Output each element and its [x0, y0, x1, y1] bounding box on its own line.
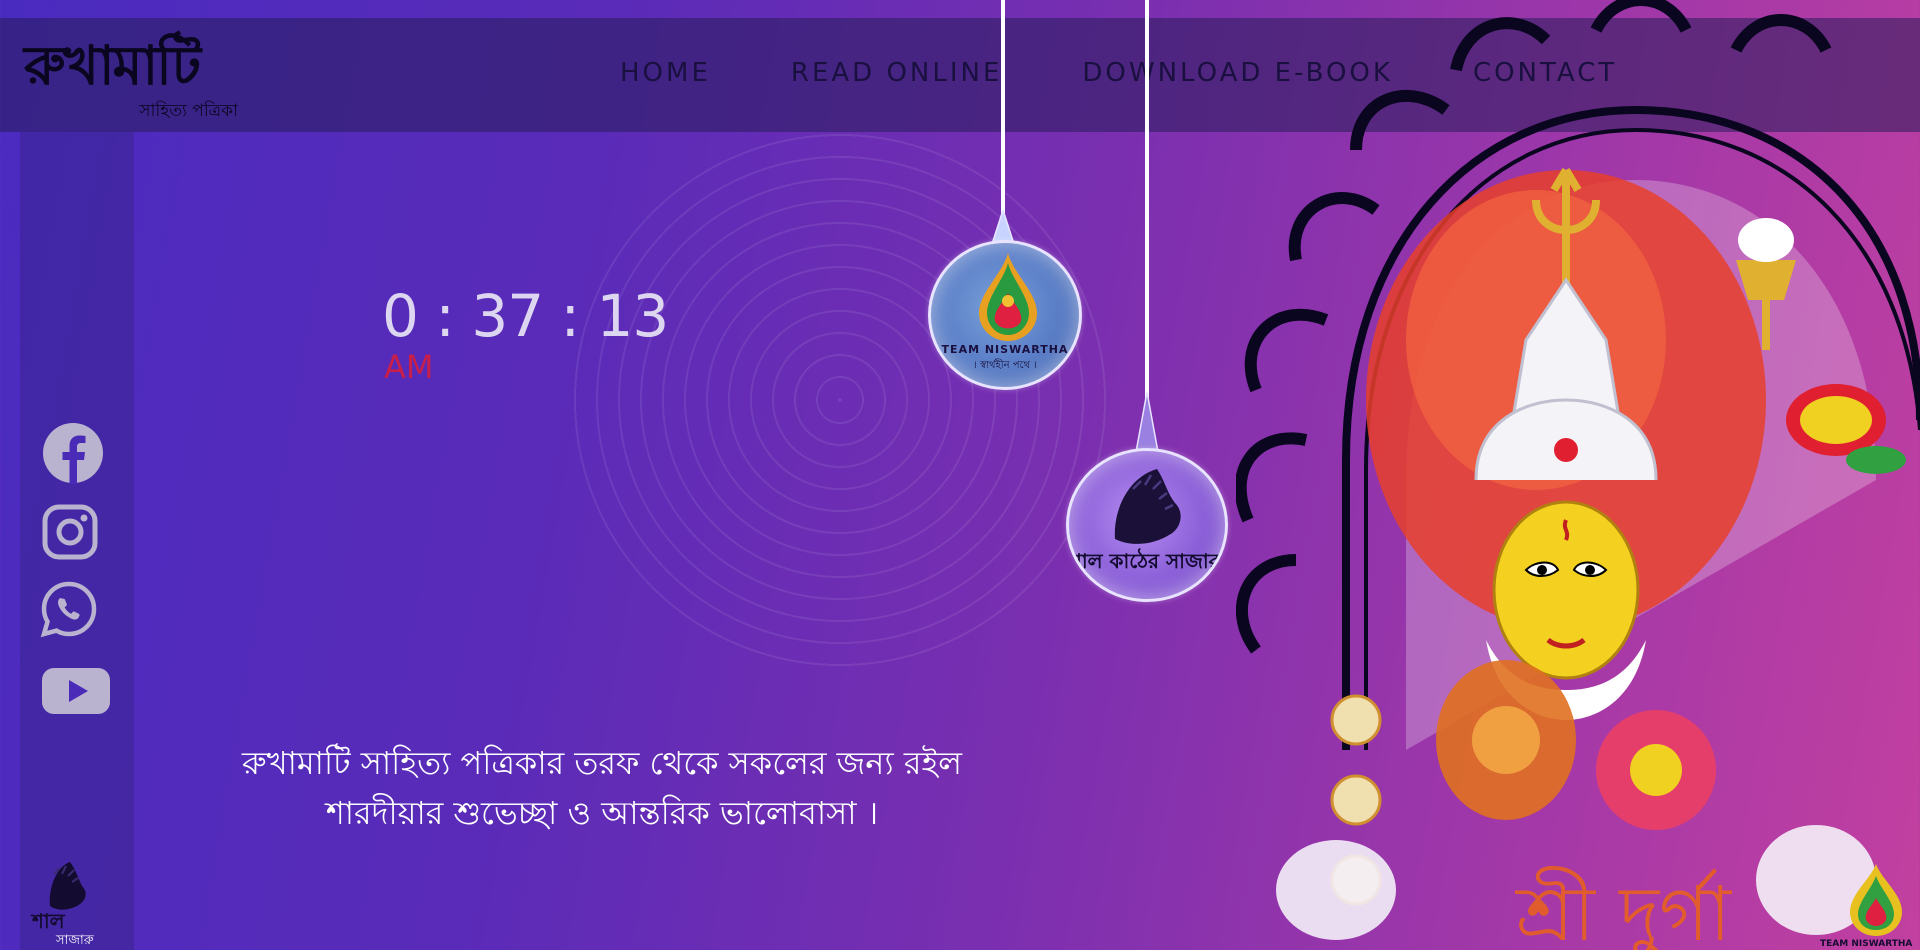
- greeting-line-1: রুখামাটি সাহিত্য পত্রিকার তরফ থেকে সকলের…: [242, 744, 962, 782]
- durga-illustration: শ্রী দুর্গা: [1236, 0, 1920, 950]
- youtube-icon[interactable]: [42, 666, 110, 716]
- team-niswartha-sub: । স্বার্থহীন পথে ।: [973, 360, 1037, 371]
- team-niswartha-corner-logo: TEAM NISWARTHA: [1820, 860, 1920, 950]
- drop-logo-icon: [979, 253, 1037, 341]
- clock-time: 0 : 37 : 13: [382, 282, 669, 350]
- svg-text:শাল: শাল: [30, 909, 66, 933]
- facebook-icon[interactable]: [42, 422, 104, 484]
- nav-read-online[interactable]: READ ONLINE: [791, 58, 1003, 88]
- svg-text:TEAM NISWARTHA: TEAM NISWARTHA: [1820, 939, 1912, 949]
- nav-menu: HOME READ ONLINE DOWNLOAD E-BOOK CONTACT: [620, 58, 1617, 88]
- ornament-string-1: [1001, 0, 1005, 216]
- ornament-string-2: [1145, 0, 1149, 400]
- clock-ampm: AM: [384, 348, 434, 386]
- team-niswartha-label: TEAM NISWARTHA: [941, 343, 1069, 356]
- instagram-icon[interactable]: [42, 504, 98, 560]
- hedgehog-icon: [1114, 469, 1181, 544]
- ornament-cap-1: [991, 210, 1015, 244]
- ornament-cap-2: [1135, 392, 1159, 452]
- social-sidebar: শাল সাজারু: [20, 132, 134, 950]
- site-logo[interactable]: রুখামাটি সাহিত্য পত্রিকা: [24, 24, 244, 128]
- nav-download-ebook[interactable]: DOWNLOAD E-BOOK: [1082, 58, 1393, 88]
- top-navbar: রুখামাটি সাহিত্য পত্রিকা HOME READ ONLIN…: [0, 18, 1920, 132]
- whatsapp-icon[interactable]: [40, 580, 98, 638]
- logo-subtitle: সাহিত্য পত্রিকা: [139, 101, 238, 121]
- background-mandala: [560, 120, 1120, 680]
- greeting-message: রুখামাটি সাহিত্য পত্রিকার তরফ থেকে সকলের…: [240, 738, 964, 838]
- greeting-line-2: শারদীয়ার শুভেচ্ছা ও আন্তরিক ভালোবাসা ।: [325, 794, 879, 832]
- art-calligraphy: শ্রী দুর্গা: [1515, 866, 1733, 950]
- team-niswartha-ornament[interactable]: TEAM NISWARTHA । স্বার্থহীন পথে ।: [928, 240, 1082, 390]
- shal-kather-sajaru-logo: শাল সাজারু: [30, 856, 110, 948]
- svg-text:সাজারু: সাজারু: [55, 933, 95, 946]
- shal-kather-sajaru-label: শাল কাঠের সাজারু: [1069, 549, 1225, 573]
- nav-contact[interactable]: CONTACT: [1473, 58, 1617, 88]
- nav-home[interactable]: HOME: [620, 58, 711, 88]
- shal-kather-sajaru-ornament[interactable]: শাল কাঠের সাজারু: [1066, 448, 1228, 602]
